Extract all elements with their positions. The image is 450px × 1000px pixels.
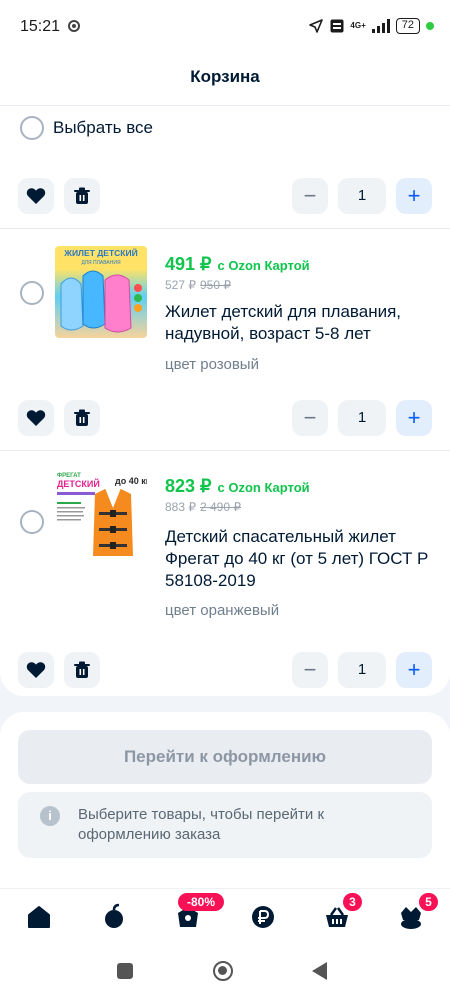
vest-image-icon: ЖИЛЕТ ДЕТСКИЙ ДЛЯ ПЛАВАНИЯ [60, 247, 142, 333]
location-icon [309, 19, 324, 33]
old-prices: 883 ₽ 2 490 ₽ [165, 500, 241, 514]
item-checkbox[interactable] [20, 281, 44, 305]
favorite-button[interactable] [18, 178, 54, 214]
delete-button[interactable] [64, 178, 100, 214]
tab-profile[interactable]: 5 [397, 893, 438, 931]
regular-price: 883 ₽ [165, 500, 196, 514]
quantity-value[interactable]: 1 [338, 178, 386, 214]
trash-icon [74, 661, 90, 678]
delete-button[interactable] [64, 400, 100, 436]
delete-button[interactable] [64, 652, 100, 688]
thumb-title: ДЕТСКИЙ [57, 478, 100, 489]
crossed-price: 950 ₽ [200, 278, 231, 292]
card-price-note: с Ozon Картой [217, 480, 310, 495]
quantity-stepper: − 1 + [292, 400, 432, 436]
profile-badge: 5 [419, 893, 438, 911]
checkout-button[interactable]: Перейти к оформлению [18, 730, 432, 784]
sale-badge: -80% [178, 893, 224, 911]
green-dot-icon [426, 22, 434, 30]
page-title: Корзина [190, 67, 260, 86]
price-row: 491 ₽ с Ozon Картой [165, 254, 310, 275]
regular-price: 527 ₽ [165, 278, 196, 292]
status-bar: 15:21 4G+ 72 [0, 0, 450, 56]
select-all-label: Выбрать все [53, 118, 153, 137]
tab-sale[interactable]: -80% [174, 893, 224, 931]
thumb-weight: до 40 кг [115, 476, 147, 486]
favorite-button[interactable] [18, 400, 54, 436]
ruble-icon [252, 906, 274, 928]
old-prices: 527 ₽ 950 ₽ [165, 278, 231, 292]
cart-panel: Выбрать все − 1 + ЖИЛЕТ ДЕТСКИЙ ДЛЯ ПЛАВ… [0, 106, 450, 696]
decrease-button[interactable]: − [292, 178, 328, 214]
status-right: 4G+ 72 [308, 18, 434, 34]
thumb-subtitle: ДЛЯ ПЛАВАНИЯ [81, 260, 121, 266]
product-variant: цвет розовый [165, 356, 259, 373]
volte-icon [330, 19, 344, 33]
heart-icon [26, 662, 46, 678]
checkout-hint-text: Выберите товары, чтобы перейти к оформле… [78, 806, 325, 843]
crossed-price: 2 490 ₽ [200, 500, 241, 514]
actions-row: − 1 + [18, 178, 432, 214]
info-icon: i [40, 806, 60, 826]
card-price-note: с Ozon Картой [217, 258, 310, 273]
decrease-button[interactable]: − [292, 400, 328, 436]
product-image[interactable]: ФРЕГАТ ДЕТСКИЙ до 40 кг [55, 468, 147, 560]
select-all-checkbox[interactable] [20, 116, 44, 140]
bottom-tab-bar: -80% 3 5 [0, 888, 450, 944]
card-price: 823 ₽ [165, 476, 212, 496]
card-price: 491 ₽ [165, 254, 212, 274]
product-variant: цвет оранжевый [165, 602, 280, 619]
thumb-title: ЖИЛЕТ ДЕТСКИЙ [63, 247, 137, 258]
increase-button[interactable]: + [396, 652, 432, 688]
increase-button[interactable]: + [396, 178, 432, 214]
favorite-button[interactable] [18, 652, 54, 688]
heart-icon [26, 410, 46, 426]
heart-icon [26, 188, 46, 204]
cart-badge: 3 [343, 893, 362, 911]
quantity-value[interactable]: 1 [338, 400, 386, 436]
item-checkbox[interactable] [20, 510, 44, 534]
price-row: 823 ₽ с Ozon Картой [165, 476, 310, 497]
actions-row: − 1 + [18, 400, 432, 436]
battery-level: 72 [395, 18, 420, 34]
life-vest-image-icon: ФРЕГАТ ДЕТСКИЙ до 40 кг [57, 473, 147, 556]
tab-finance[interactable] [249, 903, 277, 931]
signal-icon [371, 19, 390, 33]
back-icon[interactable] [312, 962, 327, 980]
decrease-button[interactable]: − [292, 652, 328, 688]
select-all[interactable]: Выбрать все [20, 116, 153, 140]
trash-icon [74, 409, 90, 426]
fresh-icon [105, 903, 123, 928]
checkout-panel: Перейти к оформлению i Выберите товары, … [0, 712, 450, 888]
cart-item: ФРЕГАТ ДЕТСКИЙ до 40 кг 823 ₽ с Ozon Кар… [0, 450, 450, 690]
network-type: 4G+ [350, 21, 366, 30]
cart-item: ЖИЛЕТ ДЕТСКИЙ ДЛЯ ПЛАВАНИЯ 491 ₽ с Ozon … [0, 228, 450, 450]
product-title[interactable]: Жилет детский для плавания, надувной, во… [165, 301, 430, 345]
product-title[interactable]: Детский спасательный жилет Фрегат до 40 … [165, 526, 430, 592]
home-nav-icon[interactable] [213, 961, 233, 981]
page-header: Корзина [0, 56, 450, 106]
tab-fresh[interactable] [100, 903, 128, 931]
settings-status-icon [68, 20, 80, 32]
quantity-value[interactable]: 1 [338, 652, 386, 688]
product-image[interactable]: ЖИЛЕТ ДЕТСКИЙ ДЛЯ ПЛАВАНИЯ [55, 246, 147, 338]
quantity-stepper: − 1 + [292, 652, 432, 688]
increase-button[interactable]: + [396, 400, 432, 436]
status-time: 15:21 [20, 18, 61, 35]
checkout-hint: i Выберите товары, чтобы перейти к оформ… [18, 792, 432, 858]
trash-icon [74, 187, 90, 204]
quantity-stepper: − 1 + [292, 178, 432, 214]
tab-home[interactable] [25, 903, 53, 931]
system-nav-bar [0, 944, 450, 1000]
home-icon [28, 906, 50, 928]
tab-cart[interactable]: 3 [323, 893, 362, 931]
actions-row: − 1 + [18, 652, 432, 688]
recents-icon[interactable] [117, 963, 133, 979]
